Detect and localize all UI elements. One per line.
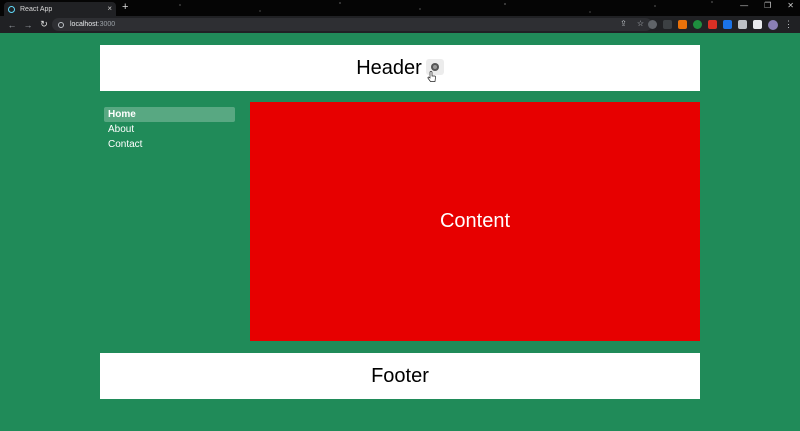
bookmark-star-icon[interactable]: ☆	[637, 19, 644, 28]
profile-avatar[interactable]	[768, 19, 778, 30]
extension-icon[interactable]	[648, 20, 657, 29]
page-header: Header	[100, 45, 700, 91]
extensions-area: ⋮	[648, 19, 793, 30]
extension-icon[interactable]	[663, 20, 672, 29]
content-label: Content	[439, 210, 511, 232]
address-bar-actions: ⇪ ☆	[620, 19, 644, 28]
page-footer: Footer	[100, 353, 700, 399]
tab-bar-background	[0, 0, 800, 16]
browser-tab[interactable]: React App ×	[4, 2, 116, 16]
extension-icon[interactable]	[708, 20, 717, 29]
hand-cursor-icon	[427, 71, 436, 82]
side-panel-icon[interactable]	[753, 20, 762, 29]
url-host: localhost	[70, 21, 98, 28]
puzzle-extensions-icon[interactable]	[738, 20, 747, 29]
forward-arrow-icon[interactable]: →	[20, 20, 36, 30]
tab-title: React App	[20, 5, 53, 13]
back-arrow-icon[interactable]: ←	[4, 20, 20, 30]
extension-icon[interactable]	[693, 20, 702, 29]
sidebar-item-about[interactable]: About	[104, 122, 235, 137]
main-content: Content	[250, 102, 700, 341]
extension-icon[interactable]	[678, 20, 687, 29]
close-window-icon[interactable]: ✕	[787, 1, 794, 10]
sidebar-item-home[interactable]: Home	[104, 107, 235, 122]
address-bar[interactable]: localhost :3000 ⇪ ☆	[52, 18, 652, 31]
browser-toolbar: ← → ↻ localhost :3000 ⇪ ☆ ⋮	[0, 16, 800, 33]
tab-close-icon[interactable]: ×	[107, 5, 112, 13]
react-favicon-icon	[8, 5, 15, 13]
menu-kebab-icon[interactable]: ⋮	[784, 19, 793, 30]
minimize-icon[interactable]: —	[740, 1, 748, 10]
footer-label: Footer	[371, 364, 429, 387]
new-tab-button[interactable]: +	[122, 2, 128, 13]
url-port: :3000	[97, 21, 116, 28]
sidebar-item-contact[interactable]: Contact	[104, 137, 235, 152]
restore-icon[interactable]: ❐	[764, 1, 771, 10]
sidebar-nav: Home About Contact	[104, 107, 235, 152]
browser-tab-bar: React App × + — ❐ ✕	[0, 0, 800, 16]
share-icon[interactable]: ⇪	[620, 19, 627, 28]
window-controls: — ❐ ✕	[740, 1, 794, 10]
header-title: Header	[356, 56, 422, 79]
extension-icon[interactable]	[723, 20, 732, 29]
site-info-icon[interactable]	[58, 21, 64, 28]
reload-icon[interactable]: ↻	[36, 19, 52, 30]
